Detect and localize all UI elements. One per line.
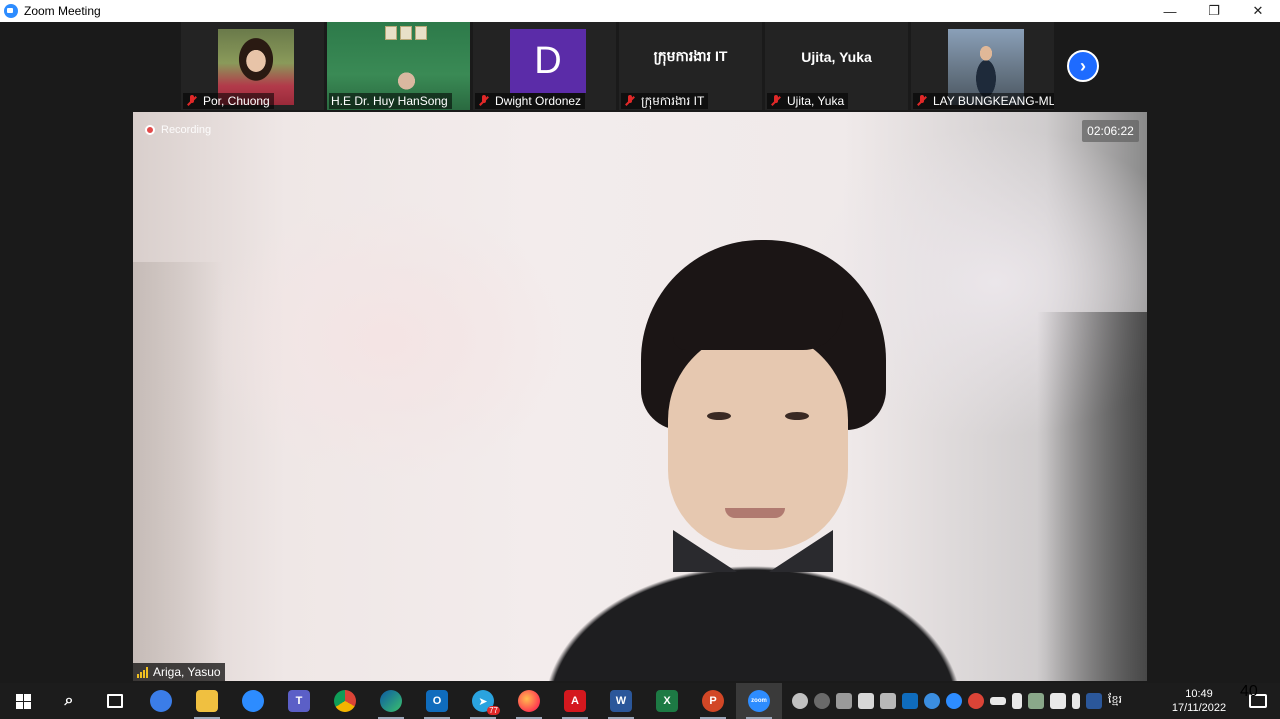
participant-name-label: H.E Dr. Huy HanSong — [329, 93, 452, 109]
taskbar-clock[interactable]: 10:49 17/11/2022 — [1162, 683, 1236, 719]
taskbar-app-powerpoint[interactable]: P — [690, 683, 736, 719]
excel-icon: X — [656, 690, 678, 712]
tray-volume-icon[interactable] — [1012, 693, 1022, 709]
participant-name-label: LAY BUNGKEANG-ML... — [913, 93, 1054, 109]
minimize-button[interactable]: — — [1148, 0, 1192, 22]
participant-display-name: Ujita, Yuka — [801, 49, 872, 65]
taskbar-app-zoom-meeting[interactable]: zoom — [736, 683, 782, 719]
taskbar-app-acrobat[interactable]: A — [552, 683, 598, 719]
tray-mail-icon[interactable] — [858, 693, 874, 709]
start-button[interactable] — [0, 683, 46, 719]
windows-start-icon — [15, 693, 31, 709]
background-blur — [1037, 312, 1147, 681]
search-button[interactable]: ⌕ — [46, 683, 92, 719]
tray-chrome-icon[interactable] — [968, 693, 984, 709]
chat-icon — [150, 690, 172, 712]
background-blur — [133, 262, 223, 681]
zoom-meeting-icon: zoom — [748, 690, 770, 712]
outlook-icon: O — [426, 690, 448, 712]
system-tray: ខ្មែរ — [792, 683, 1122, 719]
speaker-figure — [463, 240, 1043, 681]
participant-name-label: Por, Chuong — [183, 93, 274, 109]
taskbar-app-word[interactable]: W — [598, 683, 644, 719]
participant-tile[interactable]: ក្រុមការងារ IT ក្រុមការងារ IT — [619, 22, 762, 110]
participant-tile[interactable]: LAY BUNGKEANG-ML... — [911, 22, 1054, 110]
windows-taskbar: ⌕ T O ➤ 77 A W X P zoom ខ្មែរ 10:49 17/11… — [0, 683, 1280, 719]
taskbar-app-file-explorer[interactable] — [184, 683, 230, 719]
tray-hardware-icon[interactable] — [792, 693, 808, 709]
close-button[interactable]: ✕ — [1236, 0, 1280, 22]
participant-name-label: Ujita, Yuka — [767, 93, 849, 109]
participant-avatar: D — [510, 29, 586, 93]
edge-icon — [380, 690, 402, 712]
muted-mic-icon — [477, 94, 491, 108]
tray-display-icon[interactable] — [836, 693, 852, 709]
tray-shield-icon[interactable] — [1050, 693, 1066, 709]
active-speaker-video: Recording 02:06:22 Ariga, Yasuo — [133, 112, 1147, 681]
participant-display-name: ក្រុមការងារ IT — [653, 47, 728, 64]
meeting-timer: 02:06:22 — [1082, 120, 1139, 142]
window-title: Zoom Meeting — [24, 4, 101, 18]
restore-button[interactable]: ❐ — [1192, 0, 1236, 22]
participant-tile[interactable]: Ujita, Yuka Ujita, Yuka — [765, 22, 908, 110]
taskbar-app-teams[interactable]: T — [276, 683, 322, 719]
participant-name-label: Dwight Ordonez — [475, 93, 586, 109]
folder-icon — [196, 690, 218, 712]
participant-name-label: ក្រុមការងារ IT — [621, 93, 709, 109]
muted-mic-icon — [915, 94, 929, 108]
tray-zoom-icon[interactable] — [946, 693, 962, 709]
next-page-button[interactable]: › — [1067, 50, 1099, 82]
task-view-icon — [107, 694, 123, 708]
taskbar-app-firefox[interactable] — [506, 683, 552, 719]
recording-indicator[interactable]: Recording — [145, 124, 211, 136]
audio-level-icon — [137, 666, 148, 678]
acrobat-icon: A — [564, 690, 586, 712]
taskbar-app-edge[interactable] — [368, 683, 414, 719]
tray-microphone-icon[interactable] — [1072, 693, 1080, 709]
clock-date: 17/11/2022 — [1171, 702, 1227, 714]
tray-outlook-icon[interactable] — [902, 693, 918, 709]
zoom-app-icon — [4, 4, 18, 18]
taskbar-app-zoom[interactable] — [230, 683, 276, 719]
muted-mic-icon — [185, 94, 199, 108]
muted-mic-icon — [623, 94, 637, 108]
tray-onedrive-icon[interactable] — [924, 693, 940, 709]
clock-time: 10:49 — [1185, 688, 1213, 700]
powerpoint-icon: P — [702, 690, 724, 712]
taskbar-app-chat[interactable] — [138, 683, 184, 719]
input-language-indicator[interactable]: ខ្មែរ — [1108, 693, 1122, 709]
taskbar-app-telegram[interactable]: ➤ 77 — [460, 683, 506, 719]
taskbar-app-excel[interactable]: X — [644, 683, 690, 719]
zoom-icon — [242, 690, 264, 712]
tray-security-icon[interactable] — [1028, 693, 1044, 709]
notification-count-badge: 40 — [1240, 683, 1258, 700]
participant-tile[interactable]: H.E Dr. Huy HanSong — [327, 22, 470, 110]
tray-skype-icon[interactable] — [814, 693, 830, 709]
recording-dot-icon — [145, 125, 155, 135]
search-icon: ⌕ — [64, 692, 74, 709]
unread-badge: 77 — [487, 706, 500, 715]
task-view-button[interactable] — [92, 683, 138, 719]
firefox-icon — [518, 690, 540, 712]
title-bar: Zoom Meeting — ❐ ✕ — [0, 0, 1280, 22]
participant-gallery-strip: Por, Chuong H.E Dr. Huy HanSong D Dwight… — [181, 22, 1099, 110]
word-icon: W — [610, 690, 632, 712]
chrome-icon — [334, 690, 356, 712]
recording-label: Recording — [161, 124, 212, 136]
tray-battery-icon[interactable] — [990, 697, 1006, 705]
participant-tile[interactable]: Por, Chuong — [181, 22, 324, 110]
taskbar-app-chrome[interactable] — [322, 683, 368, 719]
speaker-name-label: Ariga, Yasuo — [133, 663, 225, 681]
tray-word-icon[interactable] — [1086, 693, 1102, 709]
window-controls: — ❐ ✕ — [1148, 0, 1280, 22]
teams-icon: T — [288, 690, 310, 712]
taskbar-app-outlook[interactable]: O — [414, 683, 460, 719]
participant-tile[interactable]: D Dwight Ordonez — [473, 22, 616, 110]
muted-mic-icon — [769, 94, 783, 108]
tray-network-device-icon[interactable] — [880, 693, 896, 709]
